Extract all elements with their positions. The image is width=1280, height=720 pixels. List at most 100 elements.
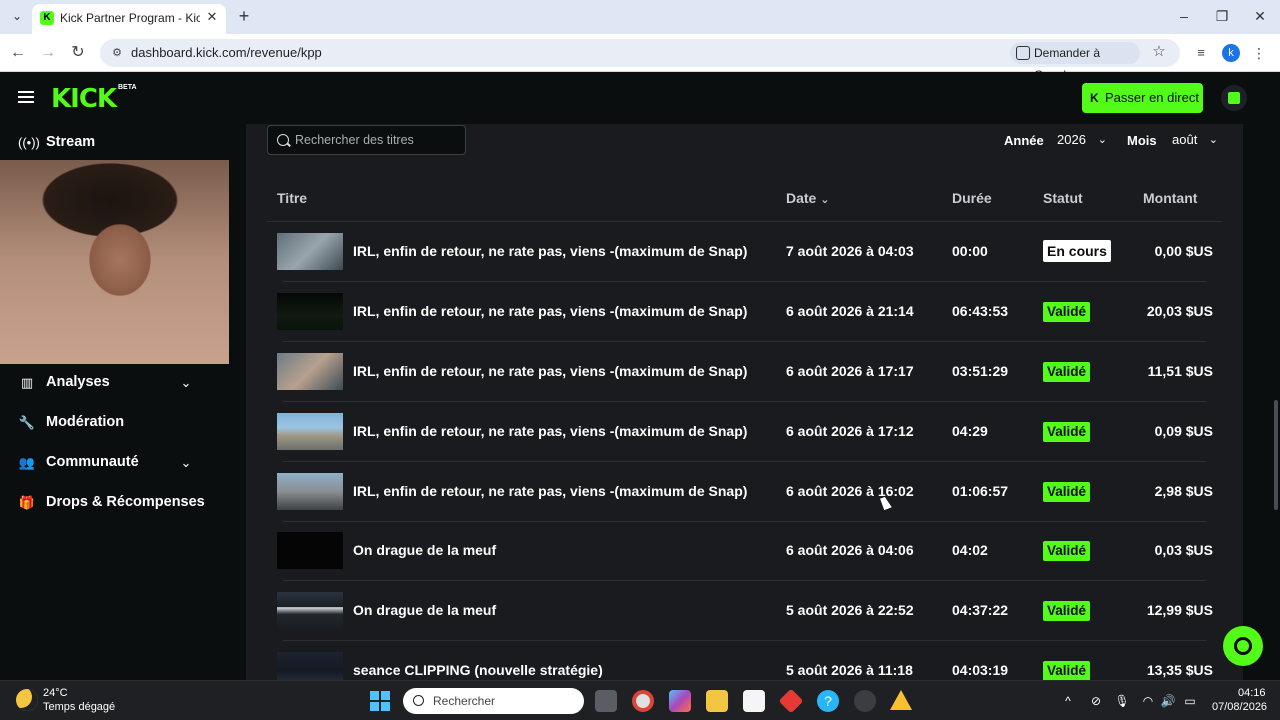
column-header-duration: Durée (952, 190, 992, 206)
table-row[interactable]: IRL, enfin de retour, ne rate pas, viens… (267, 222, 1222, 282)
row-duration: 04:03:19 (952, 662, 1009, 678)
row-amount: 13,35 $US (1146, 662, 1213, 678)
taskbar: 24°C Temps dégagé Rechercher ? ^ ⊘ 🎙 ◠ 🔊… (0, 680, 1280, 720)
battery-icon[interactable]: ▭ (1182, 693, 1198, 709)
new-tab-icon[interactable]: + (234, 6, 254, 26)
file-explorer-icon[interactable] (706, 690, 728, 712)
hamburger-menu-icon[interactable] (18, 89, 36, 105)
sidebar-item-communaute[interactable]: 👥 Communauté ⌄ (18, 450, 228, 476)
stream-thumbnail[interactable] (277, 353, 343, 390)
volume-icon[interactable]: 🔊 (1160, 693, 1176, 709)
support-chat-button[interactable] (1223, 626, 1263, 666)
column-header-date[interactable]: Date ⌄ (786, 190, 829, 206)
chevron-down-icon[interactable]: ⌄ (178, 455, 194, 471)
taskbar-search[interactable]: Rechercher (403, 688, 584, 714)
row-duration: 01:06:57 (952, 483, 1009, 499)
maximize-icon[interactable]: ❐ (1210, 6, 1234, 26)
table-row[interactable]: On drague de la meuf 6 août 2026 à 04:06… (267, 521, 1222, 581)
reload-icon[interactable]: ↻ (68, 43, 88, 63)
profile-avatar[interactable]: k (1222, 44, 1240, 62)
stream-thumbnail[interactable] (277, 293, 343, 330)
column-header-title: Titre (277, 190, 308, 206)
wifi-icon[interactable]: ◠ (1140, 693, 1156, 709)
site-info-icon[interactable]: ⚙ (110, 46, 124, 60)
warning-icon[interactable] (890, 690, 912, 710)
table-row[interactable]: IRL, enfin de retour, ne rate pas, viens… (267, 462, 1222, 522)
tray-chevron-up-icon[interactable]: ^ (1060, 693, 1076, 709)
headset-icon (1234, 637, 1252, 655)
tab-search-icon[interactable]: ⌄ (8, 7, 26, 25)
table-row[interactable]: seance CLIPPING (nouvelle stratégie) 5 a… (267, 641, 1222, 680)
search-placeholder: Rechercher des titres (295, 133, 414, 147)
wrench-icon: 🔧 (18, 415, 36, 430)
row-duration: 04:02 (952, 542, 988, 558)
column-header-date-label: Date (786, 190, 817, 206)
beta-badge: BETA (118, 84, 137, 91)
browser-menu-icon[interactable]: ⋮ (1252, 44, 1266, 62)
sidebar-item-analyses[interactable]: ▥ Analyses ⌄ (18, 370, 228, 396)
row-amount: 20,03 $US (1146, 303, 1213, 319)
row-title: IRL, enfin de retour, ne rate pas, viens… (353, 483, 748, 499)
month-select[interactable]: août ⌄ (1164, 126, 1222, 154)
help-icon[interactable]: ? (817, 690, 839, 712)
network-off-icon[interactable]: ⊘ (1088, 693, 1104, 709)
weather-description: Temps dégagé (43, 701, 116, 713)
windows-start-icon[interactable] (370, 691, 390, 711)
year-select[interactable]: 2026 ⌄ (1049, 126, 1111, 154)
status-badge: Validé (1043, 482, 1091, 502)
status-badge: En cours (1043, 240, 1111, 262)
chevron-down-icon[interactable]: ⌄ (178, 375, 194, 391)
search-input[interactable]: Rechercher des titres (267, 125, 466, 155)
page-scrollbar[interactable] (1274, 400, 1278, 510)
minimize-icon[interactable]: – (1172, 6, 1196, 26)
moon-weather-icon[interactable] (16, 689, 38, 711)
microphone-icon[interactable]: 🎙 (1114, 693, 1130, 709)
row-amount: 11,51 $US (1147, 363, 1213, 379)
go-live-label: Passer en direct (1105, 90, 1199, 105)
row-duration: 03:51:29 (952, 363, 1009, 379)
stream-thumbnail[interactable] (277, 233, 343, 270)
copilot-icon[interactable] (669, 690, 691, 712)
table-row[interactable]: IRL, enfin de retour, ne rate pas, viens… (267, 342, 1222, 402)
sidebar-item-drops[interactable]: 🎁 Drops & Récompenses (18, 490, 228, 516)
browser-tabbar: ⌄ K Kick Partner Program - Kick Das ✕ + … (0, 0, 1280, 34)
table-row[interactable]: IRL, enfin de retour, ne rate pas, viens… (267, 282, 1222, 342)
forward-icon[interactable]: → (38, 43, 58, 63)
chrome-icon[interactable] (632, 690, 654, 712)
weather-temperature: 24°C (43, 687, 68, 699)
app-settings-icon[interactable] (854, 690, 876, 712)
chevron-down-icon: ⌄ (1208, 134, 1218, 146)
stream-thumbnail[interactable] (277, 532, 343, 569)
store-icon[interactable] (743, 690, 765, 712)
row-duration: 04:29 (952, 423, 988, 439)
table-row[interactable]: On drague de la meuf 5 août 2026 à 22:52… (267, 581, 1222, 641)
sidebar-item-moderation[interactable]: 🔧 Modération (18, 410, 228, 436)
browser-toolbar: ← → ↻ ⚙ dashboard.kick.com/revenue/kpp D… (0, 34, 1280, 82)
row-duration: 00:00 (952, 243, 988, 259)
task-view-icon[interactable] (595, 690, 617, 712)
table-row[interactable]: IRL, enfin de retour, ne rate pas, viens… (267, 402, 1222, 462)
stream-thumbnail[interactable] (277, 592, 343, 629)
address-bar[interactable]: ⚙ dashboard.kick.com/revenue/kpp Demande… (100, 39, 1180, 82)
tab-close-icon[interactable]: ✕ (204, 9, 220, 25)
status-badge: Validé (1043, 601, 1091, 621)
clock-date[interactable]: 07/08/2026 (1212, 701, 1267, 713)
row-date: 5 août 2026 à 11:18 (786, 662, 913, 678)
stream-thumbnail[interactable] (277, 413, 343, 450)
ask-google-button[interactable]: Demander à Google (1010, 42, 1140, 82)
window-close-icon[interactable]: ✕ (1248, 6, 1272, 26)
clock-time[interactable]: 04:16 (1238, 687, 1266, 699)
stream-thumbnail[interactable] (277, 473, 343, 510)
bookmark-star-icon[interactable]: ☆ (1150, 43, 1168, 61)
kick-logo[interactable]: KICK (51, 84, 117, 114)
go-live-button[interactable]: K Passer en direct (1082, 83, 1203, 113)
media-controls-icon[interactable]: ≡ (1192, 44, 1210, 62)
app-diamond-icon[interactable] (778, 688, 804, 714)
back-icon[interactable]: ← (8, 43, 28, 63)
status-badge: Validé (1043, 302, 1091, 322)
browser-tab[interactable]: K Kick Partner Program - Kick Das ✕ (32, 4, 226, 34)
sidebar-item-stream[interactable]: ((•)) Stream (18, 130, 228, 156)
user-avatar[interactable] (1221, 85, 1247, 111)
row-amount: 0,03 $US (1154, 542, 1213, 558)
stream-thumbnail[interactable] (277, 652, 343, 680)
